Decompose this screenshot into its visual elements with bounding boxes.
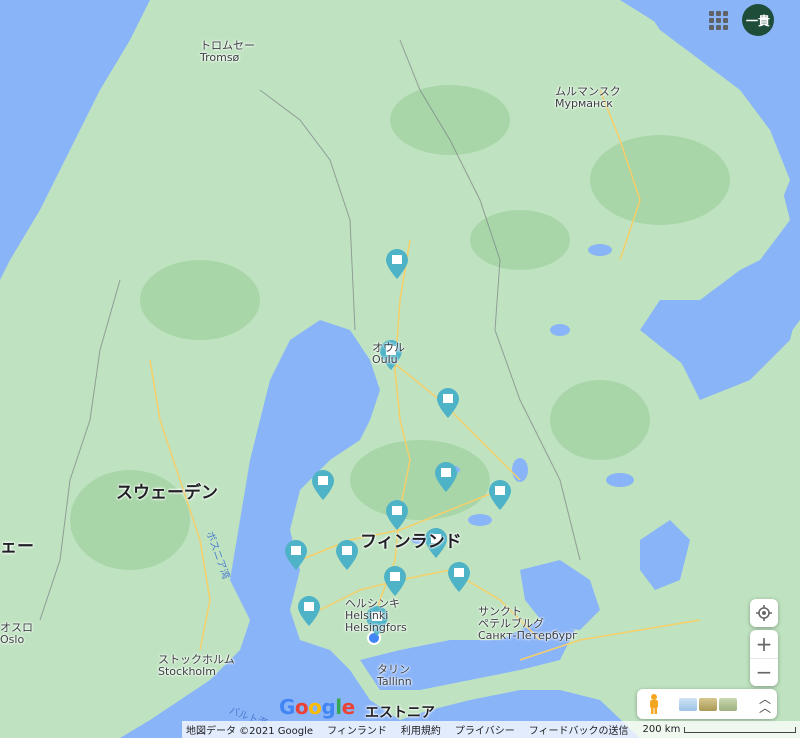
city-label-murmansk[interactable]: ムルマンスク Мурманск <box>555 86 621 110</box>
map-pin[interactable] <box>489 480 511 510</box>
account-avatar[interactable]: 一貴 <box>742 4 774 36</box>
city-label-tromso[interactable]: トロムセー Tromsø <box>200 40 255 64</box>
top-right-controls: 一貴 <box>706 4 774 36</box>
label-local: Санкт-Петербург <box>478 629 578 642</box>
label-local: Oslo <box>0 633 25 646</box>
map-data-attribution: 地図データ ©2021 Google <box>186 726 314 737</box>
country-label-finland[interactable]: フィンランド <box>360 533 462 552</box>
city-label-oslo[interactable]: オスロ Oslo <box>0 622 33 646</box>
terms-link[interactable]: 利用規約 <box>401 722 441 737</box>
country-label-norway[interactable]: ェー <box>0 538 34 557</box>
map-pin[interactable] <box>312 470 334 500</box>
map-pin[interactable] <box>448 562 470 592</box>
map-pin[interactable] <box>384 566 406 596</box>
chevron-up-double-icon[interactable]: ︿ ︿ <box>759 693 771 714</box>
label-local: Мурманск <box>555 97 613 110</box>
map-pin[interactable] <box>285 540 307 570</box>
my-location-icon <box>756 605 772 621</box>
privacy-link[interactable]: プライバシー <box>455 722 515 737</box>
layer-traffic-thumb[interactable] <box>718 697 737 711</box>
label-local: Tallinn <box>377 675 412 688</box>
label-local: Oulu <box>372 353 398 366</box>
zoom-out-button[interactable]: − <box>750 659 778 686</box>
my-location-button[interactable] <box>750 599 778 627</box>
layer-thumbnails <box>678 697 737 711</box>
label-local: Stockholm <box>158 665 216 678</box>
map-pin[interactable] <box>386 249 408 279</box>
apps-grid-icon[interactable] <box>706 8 730 32</box>
footer-country-link[interactable]: フィンランド <box>327 722 387 737</box>
pegman-figure <box>649 694 658 714</box>
scale-label: 200 km <box>642 724 681 735</box>
map-pin[interactable] <box>336 540 358 570</box>
zoom-in-button[interactable]: + <box>750 631 778 659</box>
map-footer: 地図データ ©2021 Google フィンランド 利用規約 プライバシー フィ… <box>182 721 800 738</box>
map-pin[interactable] <box>437 388 459 418</box>
pegman-icon[interactable] <box>643 691 665 717</box>
country-label-sweden[interactable]: スウェーデン <box>116 484 218 503</box>
label-alt: Helsingfors <box>345 621 407 634</box>
scale-bar[interactable]: 200 km <box>643 724 797 735</box>
zoom-controls: + − <box>750 630 778 686</box>
city-label-helsinki[interactable]: ヘルシンキ Helsinki Helsingfors <box>345 598 407 634</box>
city-label-stpetersburg[interactable]: サンクト ペテルブルグ Санкт-Петербург <box>478 606 578 642</box>
layer-terrain-thumb[interactable] <box>678 697 697 711</box>
city-label-tallinn[interactable]: タリン Tallinn <box>377 664 412 688</box>
layers-bar: ︿ ︿ <box>637 689 777 719</box>
map-pin[interactable] <box>435 462 457 492</box>
scale-bar-line <box>684 726 797 733</box>
layer-satellite-thumb[interactable] <box>698 697 717 711</box>
city-label-stockholm[interactable]: ストックホルム Stockholm <box>158 654 235 678</box>
google-logo: Google <box>279 695 355 719</box>
map-pin[interactable] <box>298 596 320 626</box>
label-local: Tromsø <box>200 51 240 64</box>
city-label-oulu[interactable]: オウル Oulu <box>372 342 405 366</box>
map-pin[interactable] <box>386 500 408 530</box>
feedback-link[interactable]: フィードバックの送信 <box>529 722 629 737</box>
